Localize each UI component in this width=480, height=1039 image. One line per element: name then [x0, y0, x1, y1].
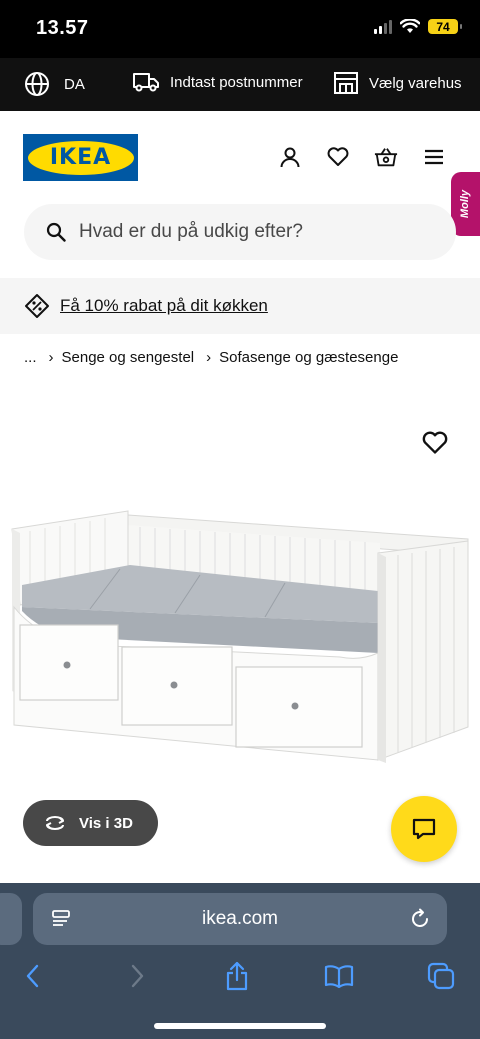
status-time: 13.57 [36, 17, 89, 39]
store-label: Vælg varehus [369, 74, 462, 92]
promo-banner: Få 10% rabat på dit køkken [0, 278, 480, 334]
previous-tab-preview[interactable] [0, 893, 22, 945]
user-icon[interactable] [278, 145, 302, 169]
browser-chrome: ikea.com [0, 883, 480, 1039]
search-input[interactable] [79, 221, 409, 243]
book-icon [324, 965, 354, 988]
chat-icon [412, 818, 436, 840]
tabs-icon [427, 962, 455, 990]
breadcrumb-item-sofabeds[interactable]: Sofasenge og gæstesenge [219, 349, 398, 366]
molly-label: Molly [459, 189, 472, 219]
browser-toolbar [0, 961, 480, 1001]
back-button[interactable] [18, 961, 48, 991]
wifi-icon [400, 19, 420, 33]
reload-icon[interactable] [409, 908, 431, 930]
rotate-3d-icon [46, 816, 64, 830]
address-bar[interactable]: ikea.com [33, 893, 447, 945]
discount-tag-icon [25, 294, 49, 318]
breadcrumb-ellipsis[interactable]: ... [24, 349, 37, 366]
tabs-button[interactable] [426, 961, 456, 991]
bookmarks-button[interactable] [324, 961, 354, 991]
utility-bar: DA Indtast postnummer Vælg varehus [0, 58, 480, 111]
postcode-button[interactable]: Indtast postnummer [132, 71, 303, 93]
status-icons: 74 [374, 19, 462, 34]
signal-icon [374, 19, 392, 34]
chevron-left-icon [26, 964, 39, 988]
chat-button[interactable] [391, 796, 457, 862]
store-icon [334, 72, 358, 94]
breadcrumb-item-beds[interactable]: Senge og sengestel [62, 349, 195, 366]
breadcrumb-separator: › [206, 349, 212, 366]
heart-icon[interactable] [326, 145, 350, 169]
view-in-3d-button[interactable]: Vis i 3D [23, 800, 158, 846]
store-selector[interactable]: Vælg varehus [333, 71, 462, 95]
view-in-3d-label: Vis i 3D [79, 814, 133, 832]
promo-link[interactable]: Få 10% rabat på dit køkken [60, 296, 268, 316]
add-to-favourites-button[interactable] [422, 431, 448, 457]
globe-icon [25, 72, 49, 96]
search-icon [46, 222, 66, 242]
logo-oval: IKEA [27, 140, 134, 175]
menu-icon[interactable] [422, 145, 446, 169]
language-selector[interactable]: DA [24, 71, 85, 97]
reader-view-icon[interactable] [51, 909, 71, 929]
site-header: IKEA [0, 111, 480, 206]
url-text: ikea.com [201, 908, 279, 929]
language-label: DA [64, 75, 85, 93]
breadcrumb-separator: › [48, 349, 54, 366]
product-image-daybed[interactable] [0, 495, 480, 775]
share-icon [226, 961, 248, 991]
forward-button[interactable] [122, 961, 152, 991]
basket-icon[interactable] [374, 145, 398, 169]
share-button[interactable] [222, 961, 252, 991]
ikea-logo[interactable]: IKEA [23, 134, 138, 181]
postcode-label: Indtast postnummer [170, 73, 303, 91]
header-icons [278, 145, 446, 169]
truck-icon [133, 73, 159, 92]
status-bar: 13.57 74 [0, 0, 480, 58]
chevron-right-icon [131, 964, 144, 988]
heart-icon [422, 431, 448, 454]
breadcrumb: ... › Senge og sengestel › Sofasenge og … [24, 349, 398, 366]
home-indicator [154, 1023, 326, 1029]
search-bar[interactable] [24, 204, 456, 260]
battery-indicator: 74 [428, 19, 462, 34]
logo-text: IKEA [49, 145, 112, 170]
